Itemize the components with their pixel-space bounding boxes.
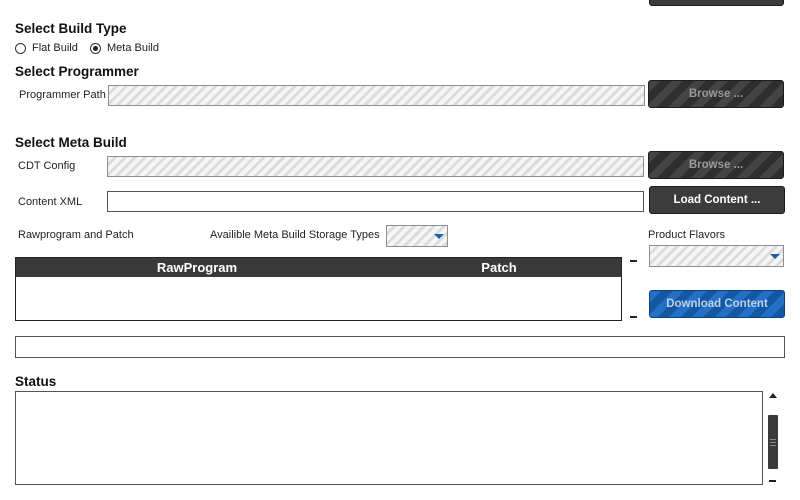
column-header-patch[interactable]: Patch xyxy=(378,260,620,275)
download-content-button[interactable]: Download Content xyxy=(649,290,785,318)
splitter-mark xyxy=(630,260,637,262)
progress-field xyxy=(15,336,785,358)
scrollbar-thumb[interactable] xyxy=(768,415,778,469)
grip-line xyxy=(770,441,776,443)
load-content-button[interactable]: Load Content ... xyxy=(649,186,785,214)
status-textarea[interactable] xyxy=(15,391,763,485)
storage-types-label: Availible Meta Build Storage Types xyxy=(210,229,380,241)
cdt-config-field[interactable] xyxy=(107,156,644,177)
status-title: Status xyxy=(15,374,57,389)
flat-build-label: Flat Build xyxy=(32,42,78,54)
table-header: RawProgram Patch xyxy=(16,258,621,277)
top-partial-button[interactable] xyxy=(649,0,784,6)
build-type-title: Select Build Type xyxy=(15,21,127,36)
status-scrollbar[interactable] xyxy=(766,391,780,487)
programmer-path-label: Programmer Path xyxy=(19,89,106,101)
flat-build-radio-group[interactable]: Flat Build xyxy=(15,42,78,54)
splitter-mark xyxy=(630,316,637,318)
cdt-browse-button[interactable]: Browse ... xyxy=(648,151,784,179)
chevron-down-icon xyxy=(770,254,780,259)
content-xml-input[interactable] xyxy=(107,191,644,212)
scroll-up-icon[interactable] xyxy=(769,393,777,398)
product-flavors-label: Product Flavors xyxy=(648,229,726,241)
grip-line xyxy=(770,438,776,440)
meta-build-title: Select Meta Build xyxy=(15,135,127,150)
meta-build-radio[interactable] xyxy=(90,42,101,54)
column-header-rawprogram[interactable]: RawProgram xyxy=(16,260,378,275)
chevron-down-icon xyxy=(434,234,444,239)
content-xml-label: Content XML xyxy=(18,196,83,208)
storage-types-combo[interactable] xyxy=(386,225,448,247)
programmer-browse-button[interactable]: Browse ... xyxy=(648,80,784,108)
cdt-config-label: CDT Config xyxy=(18,160,76,172)
meta-build-radio-group[interactable]: Meta Build xyxy=(90,42,159,54)
programmer-path-field[interactable] xyxy=(108,85,645,106)
grip-line xyxy=(770,444,776,446)
meta-build-label: Meta Build xyxy=(107,42,159,54)
rawprogram-patch-label: Rawprogram and Patch xyxy=(18,229,134,241)
rawprogram-patch-table[interactable]: RawProgram Patch xyxy=(15,257,622,321)
programmer-title: Select Programmer xyxy=(15,64,139,79)
scroll-down-icon[interactable] xyxy=(769,480,776,482)
flat-build-radio[interactable] xyxy=(15,42,26,54)
product-flavors-combo[interactable] xyxy=(649,245,784,267)
